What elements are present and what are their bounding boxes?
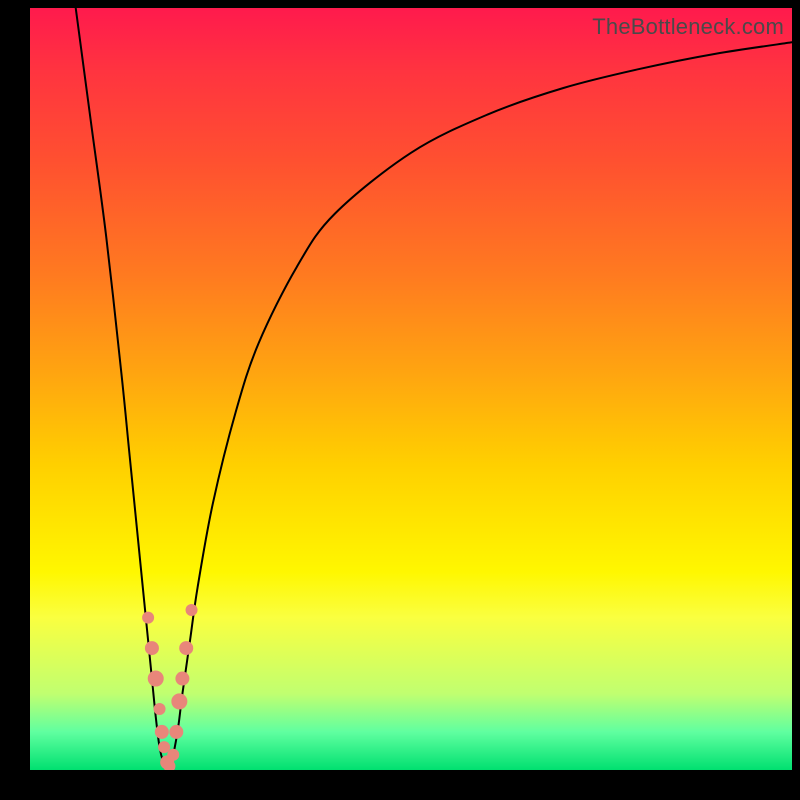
data-point-13 <box>186 604 198 616</box>
data-point-11 <box>175 672 189 686</box>
plot-area: TheBottleneck.com <box>30 8 792 770</box>
series-left-curve <box>76 8 167 770</box>
data-point-4 <box>155 725 169 739</box>
data-point-8 <box>167 749 179 761</box>
data-point-12 <box>179 641 193 655</box>
series-right-curve <box>167 42 792 770</box>
curves-group <box>76 8 792 770</box>
data-point-1 <box>145 641 159 655</box>
data-point-9 <box>169 725 183 739</box>
chart-overlay <box>30 8 792 770</box>
data-point-10 <box>171 693 187 709</box>
chart-frame: TheBottleneck.com <box>0 0 800 800</box>
data-point-2 <box>148 671 164 687</box>
data-points-group <box>142 604 197 770</box>
data-point-5 <box>158 741 170 753</box>
data-point-3 <box>154 703 166 715</box>
data-point-0 <box>142 612 154 624</box>
